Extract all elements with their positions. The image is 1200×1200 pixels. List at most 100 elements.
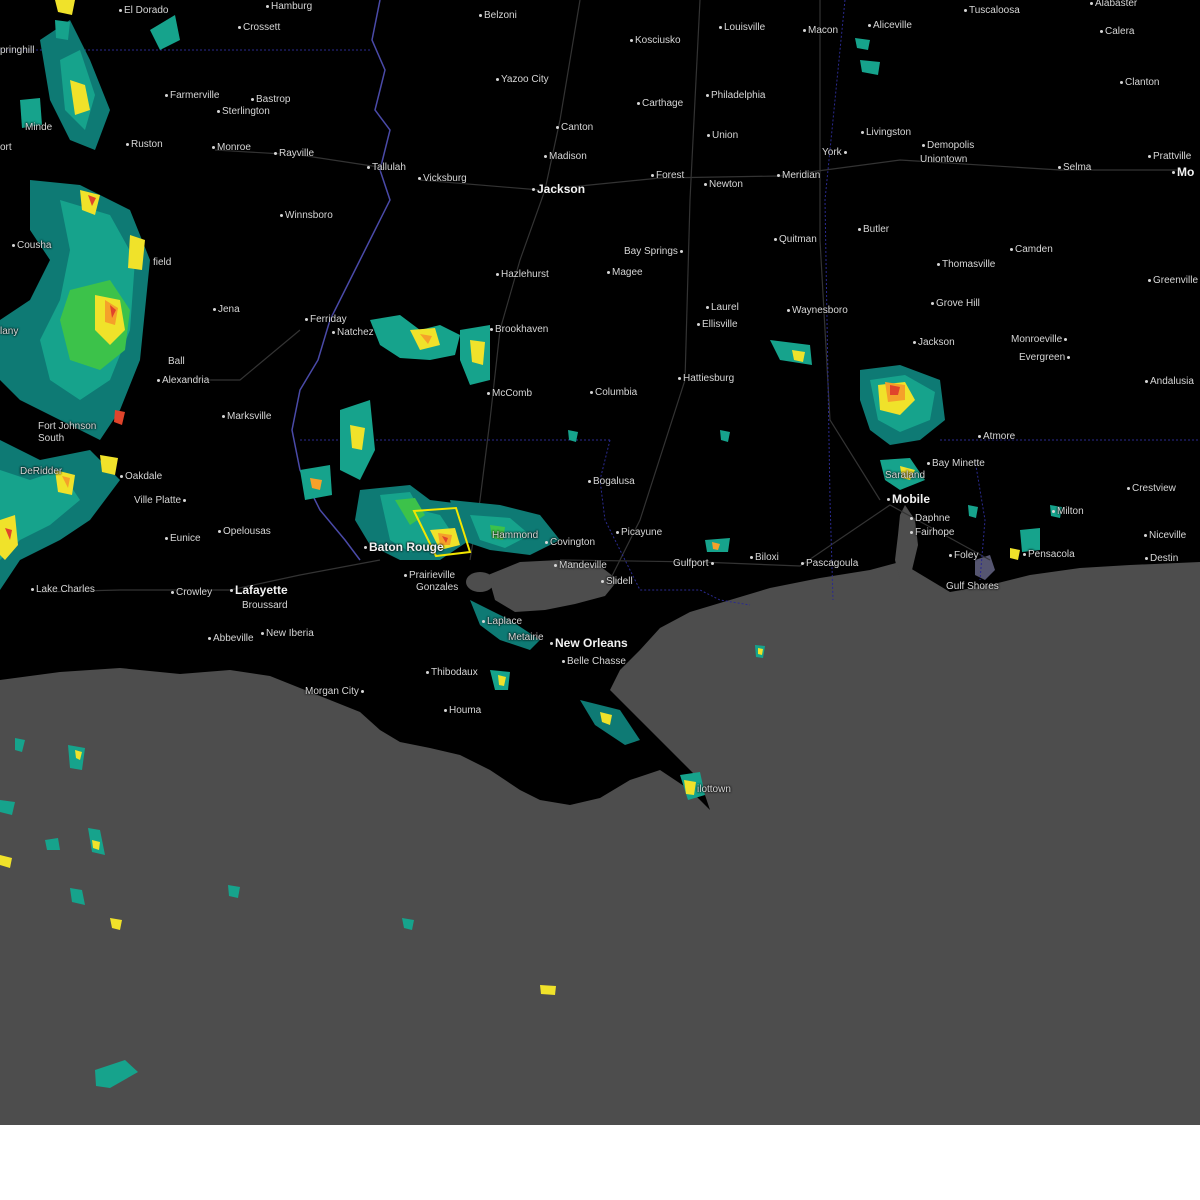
city-opelousas[interactable]: Opelousas [218, 526, 271, 538]
city-meridian[interactable]: Meridian [777, 170, 820, 182]
city-madison[interactable]: Madison [544, 151, 587, 163]
city-greenville[interactable]: Greenville [1148, 275, 1198, 287]
city-monroe[interactable]: Monroe [212, 142, 251, 154]
city-saraland[interactable]: Saraland [885, 470, 925, 482]
city-farmerville[interactable]: Farmerville [165, 90, 219, 102]
city-gulf-shores[interactable]: Gulf Shores [946, 581, 999, 593]
city-laplace[interactable]: Laplace [482, 616, 522, 628]
city-columbia[interactable]: Columbia [590, 387, 637, 399]
city-el-dorado[interactable]: El Dorado [119, 5, 168, 17]
city-crossett[interactable]: Crossett [238, 22, 280, 34]
city-gulfport[interactable]: Gulfport [673, 558, 716, 570]
city-york[interactable]: York [822, 147, 849, 159]
city-ball[interactable]: Ball [168, 356, 185, 368]
city-union[interactable]: Union [707, 130, 738, 142]
city-leesville[interactable]: lany [0, 326, 18, 338]
city-mandeville[interactable]: Mandeville [554, 560, 607, 572]
city-andalusia[interactable]: Andalusia [1145, 376, 1194, 388]
city-clanton[interactable]: Clanton [1120, 77, 1159, 89]
city-canton[interactable]: Canton [556, 122, 593, 134]
city-field[interactable]: field [153, 257, 171, 269]
city-destin[interactable]: Destin [1145, 553, 1178, 565]
city-picayune[interactable]: Picayune [616, 527, 662, 539]
city-new-orleans[interactable]: New Orleans [550, 637, 628, 649]
city-livingston[interactable]: Livingston [861, 127, 911, 139]
city-alabaster[interactable]: Alabaster [1090, 0, 1137, 10]
city-rayville[interactable]: Rayville [274, 148, 314, 160]
city-new-iberia[interactable]: New Iberia [261, 628, 314, 640]
city-uniontown[interactable]: Uniontown [920, 154, 967, 166]
city-deridder[interactable]: DeRidder [20, 466, 62, 478]
city-hattiesburg[interactable]: Hattiesburg [678, 373, 734, 385]
city-pascagoula[interactable]: Pascagoula [801, 558, 858, 570]
radar-map[interactable]: El Dorado Hamburg Crossett Belzoni Kosci… [0, 0, 1200, 1125]
city-lake-charles[interactable]: Lake Charles [31, 584, 95, 596]
city-bogalusa[interactable]: Bogalusa [588, 476, 635, 488]
city-belzoni[interactable]: Belzoni [479, 10, 517, 22]
city-tallulah[interactable]: Tallulah [367, 162, 406, 174]
city-bay-springs[interactable]: Bay Springs [624, 246, 685, 258]
city-morgan-city[interactable]: Morgan City [305, 686, 366, 698]
city-prairieville[interactable]: Prairieville [404, 570, 455, 582]
city-baton-rouge[interactable]: Baton Rouge [364, 541, 444, 553]
city-newton[interactable]: Newton [704, 179, 743, 191]
city-hammond[interactable]: Hammond [492, 530, 538, 542]
city-gonzales[interactable]: Gonzales [416, 582, 458, 594]
city-springhill[interactable]: pringhill [0, 45, 34, 57]
city-grove-hill[interactable]: Grove Hill [931, 298, 980, 310]
city-prattville[interactable]: Prattville [1148, 151, 1191, 163]
city-milton[interactable]: Milton [1052, 506, 1084, 518]
city-daphne[interactable]: Daphne [910, 513, 950, 525]
city-fairhope[interactable]: Fairhope [910, 527, 954, 539]
city-coushatta[interactable]: Cousha [12, 240, 51, 252]
city-minden[interactable]: Minde [25, 122, 52, 134]
city-magee[interactable]: Magee [607, 267, 643, 279]
city-quitman[interactable]: Quitman [774, 234, 817, 246]
city-camden[interactable]: Camden [1010, 244, 1053, 256]
city-hazlehurst[interactable]: Hazlehurst [496, 269, 549, 281]
city-belle-chasse[interactable]: Belle Chasse [562, 656, 626, 668]
city-ville-platte[interactable]: Ville Platte [134, 495, 188, 507]
city-biloxi[interactable]: Biloxi [750, 552, 779, 564]
city-bay-minette[interactable]: Bay Minette [927, 458, 985, 470]
city-yazoo-city[interactable]: Yazoo City [496, 74, 549, 86]
city-selma[interactable]: Selma [1058, 162, 1091, 174]
city-crowley[interactable]: Crowley [171, 587, 212, 599]
city-crestview[interactable]: Crestview [1127, 483, 1176, 495]
city-louisville[interactable]: Louisville [719, 22, 765, 34]
city-aliceville[interactable]: Aliceville [868, 20, 912, 32]
city-thomasville[interactable]: Thomasville [937, 259, 995, 271]
city-niceville[interactable]: Niceville [1144, 530, 1186, 542]
city-calera[interactable]: Calera [1100, 26, 1134, 38]
city-kosciusko[interactable]: Kosciusko [630, 35, 681, 47]
city-jena[interactable]: Jena [213, 304, 240, 316]
city-foley[interactable]: Foley [949, 550, 978, 562]
city-demopolis[interactable]: Demopolis [922, 140, 974, 152]
city-jackson-ms[interactable]: Jackson [532, 183, 585, 195]
city-tuscaloosa[interactable]: Tuscaloosa [964, 5, 1020, 17]
city-monroeville[interactable]: Monroeville [1011, 334, 1069, 346]
city-natchez[interactable]: Natchez [332, 327, 374, 339]
city-broussard[interactable]: Broussard [242, 600, 288, 612]
city-winnsboro[interactable]: Winnsboro [280, 210, 333, 222]
city-abbeville[interactable]: Abbeville [208, 633, 254, 645]
city-philadelphia[interactable]: Philadelphia [706, 90, 766, 102]
city-houma[interactable]: Houma [444, 705, 481, 717]
city-ferriday[interactable]: Ferriday [305, 314, 347, 326]
city-shreveport[interactable]: ort [0, 142, 12, 154]
city-bastrop[interactable]: Bastrop [251, 94, 290, 106]
city-ruston[interactable]: Ruston [126, 139, 163, 151]
city-atmore[interactable]: Atmore [978, 431, 1015, 443]
city-evergreen[interactable]: Evergreen [1019, 352, 1072, 364]
city-macon[interactable]: Macon [803, 25, 838, 37]
city-forest[interactable]: Forest [651, 170, 684, 182]
city-butler[interactable]: Butler [858, 224, 889, 236]
city-carthage[interactable]: Carthage [637, 98, 683, 110]
city-fort-johnson[interactable]: Fort Johnson South [38, 421, 108, 445]
city-mccomb[interactable]: McComb [487, 388, 532, 400]
city-marksville[interactable]: Marksville [222, 411, 271, 423]
city-brookhaven[interactable]: Brookhaven [490, 324, 548, 336]
city-mobile[interactable]: Mobile [887, 493, 930, 505]
city-alexandria[interactable]: Alexandria [157, 375, 209, 387]
city-jackson-al[interactable]: Jackson [913, 337, 955, 349]
